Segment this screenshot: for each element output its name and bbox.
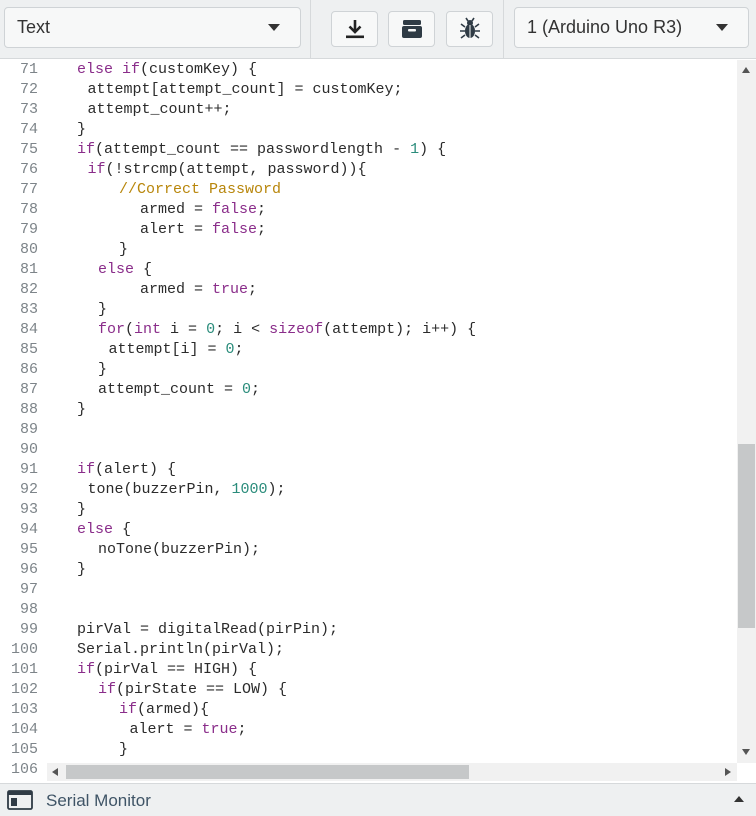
horizontal-scroll-thumb[interactable]: [66, 765, 469, 779]
libraries-button[interactable]: [388, 11, 435, 47]
code-text: else {: [77, 521, 132, 538]
line-number: 72: [19, 81, 38, 98]
code-text: if(pirVal == HIGH) {: [77, 661, 258, 678]
code-text: else if(customKey) {: [77, 61, 258, 78]
code-text: }: [98, 361, 108, 378]
code-text: }: [119, 241, 129, 258]
code-text: pirVal = digitalRead(pirPin);: [77, 621, 339, 638]
toolbar-divider: [503, 0, 504, 58]
line-number: 96: [19, 561, 38, 578]
code-text: if(pirState == LOW) {: [98, 681, 288, 698]
line-number-partial: 106: [0, 760, 47, 780]
line-number: 74: [19, 121, 38, 138]
code-editor[interactable]: 71 else if(customKey) { 72 attempt[attempt_…: [0, 60, 756, 763]
vertical-scrollbar[interactable]: [737, 60, 756, 763]
mode-select-value: Text: [17, 17, 51, 37]
horizontal-scrollbar[interactable]: [47, 763, 737, 781]
line-number: 102: [10, 681, 38, 698]
device-select-value: 1 (Arduino Uno R3): [527, 17, 683, 37]
code-text: }: [77, 121, 87, 138]
line-number: 89: [19, 421, 38, 438]
line-number: 86: [19, 361, 38, 378]
code-text: }: [77, 401, 87, 418]
mode-select[interactable]: Text: [4, 7, 301, 48]
chevron-down-icon: [268, 24, 280, 31]
scroll-down-arrow-icon[interactable]: [742, 749, 750, 755]
serial-monitor-label[interactable]: Serial Monitor: [46, 791, 151, 811]
line-number: 84: [19, 321, 38, 338]
line-number: 71: [19, 61, 38, 78]
line-number: 104: [10, 721, 38, 738]
code-text: armed = false;: [140, 201, 267, 218]
chevron-down-icon: [716, 24, 728, 31]
line-number: 100: [10, 641, 38, 658]
code-text: }: [119, 741, 129, 758]
line-number: 93: [19, 501, 38, 518]
line-number: 99: [19, 621, 38, 638]
line-number: 97: [19, 581, 38, 598]
code-text: attempt_count++;: [87, 101, 232, 118]
scroll-up-arrow-icon[interactable]: [742, 67, 750, 73]
line-number: 82: [19, 281, 38, 298]
code-text: armed = true;: [140, 281, 258, 298]
device-select[interactable]: 1 (Arduino Uno R3): [514, 7, 749, 48]
code-text: else {: [98, 261, 153, 278]
line-number: 94: [19, 521, 38, 538]
line-number: 92: [19, 481, 38, 498]
line-number: 87: [19, 381, 38, 398]
code-text: attempt_count = 0;: [98, 381, 261, 398]
line-number: 85: [19, 341, 38, 358]
line-number: 81: [19, 261, 38, 278]
code-text: if(!strcmp(attempt, password)){: [87, 161, 367, 178]
download-icon: [345, 20, 364, 39]
line-number: 106: [10, 761, 38, 778]
code-text: attempt[i] = 0;: [108, 341, 244, 358]
toolbar-divider: [310, 0, 311, 58]
line-number: 75: [19, 141, 38, 158]
line-number: 98: [19, 601, 38, 618]
line-number: 95: [19, 541, 38, 558]
scroll-left-arrow-icon[interactable]: [52, 768, 58, 776]
vertical-scroll-thumb[interactable]: [738, 444, 755, 628]
code-text: if(armed){: [119, 701, 210, 718]
toolbar: Text 1 (Arduino Uno R3): [0, 0, 756, 59]
line-number: 76: [19, 161, 38, 178]
line-number: 78: [19, 201, 38, 218]
scroll-right-arrow-icon[interactable]: [725, 768, 731, 776]
line-number: 91: [19, 461, 38, 478]
code-text: for(int i = 0; i < sizeof(attempt); i++)…: [98, 321, 477, 338]
bug-icon: [459, 17, 480, 39]
code-text: noTone(buzzerPin);: [98, 541, 261, 558]
line-number: 80: [19, 241, 38, 258]
line-number: 105: [10, 741, 38, 758]
line-number: 101: [10, 661, 38, 678]
line-number: 73: [19, 101, 38, 118]
code-text: if(alert) {: [77, 461, 177, 478]
code-text: }: [98, 301, 108, 318]
code-text: //Correct Password: [119, 181, 282, 198]
line-number: 77: [19, 181, 38, 198]
terminal-window-icon: [7, 790, 33, 810]
line-number: 83: [19, 301, 38, 318]
archive-box-icon: [401, 20, 422, 38]
line-number: 103: [10, 701, 38, 718]
serial-monitor-bar[interactable]: Serial Monitor: [0, 783, 756, 816]
line-number: 79: [19, 221, 38, 238]
chevron-up-icon[interactable]: [734, 796, 744, 802]
code-text: Serial.println(pirVal);: [77, 641, 285, 658]
debugger-button[interactable]: [446, 11, 493, 47]
code-text: }: [77, 501, 87, 518]
code-text: if(attempt_count == passwordlength - 1) …: [77, 141, 447, 158]
code-text: tone(buzzerPin, 1000);: [87, 481, 286, 498]
code-text: alert = true;: [129, 721, 247, 738]
line-number: 90: [19, 441, 38, 458]
code-text: }: [77, 561, 87, 578]
line-number: 88: [19, 401, 38, 418]
code-text: alert = false;: [140, 221, 267, 238]
code-text: attempt[attempt_count] = customKey;: [87, 81, 403, 98]
download-button[interactable]: [331, 11, 378, 47]
